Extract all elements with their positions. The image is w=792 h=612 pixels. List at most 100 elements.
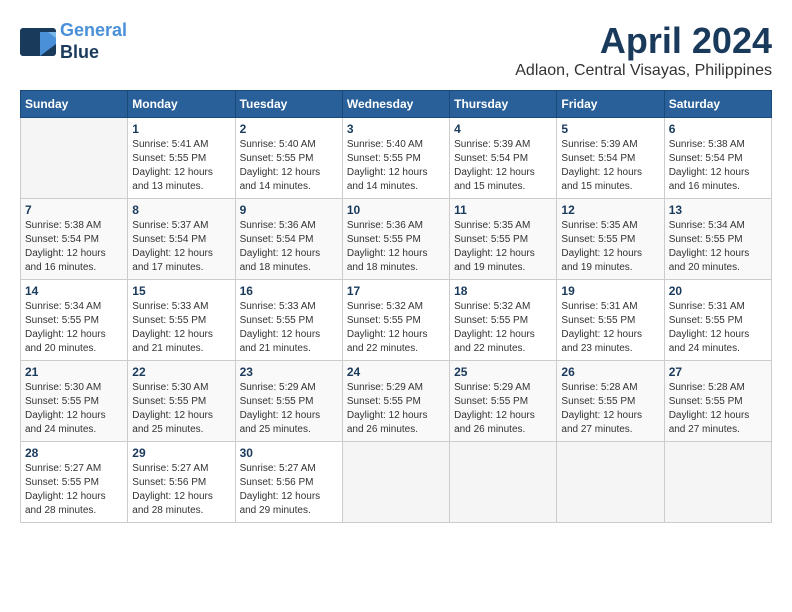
day-info: Sunrise: 5:35 AM Sunset: 5:55 PM Dayligh… [561, 219, 659, 275]
header: General Blue April 2024 Adlaon, Central … [20, 20, 772, 80]
calendar-cell: 22Sunrise: 5:30 AM Sunset: 5:55 PM Dayli… [128, 361, 235, 442]
day-number: 9 [240, 203, 338, 217]
day-number: 23 [240, 365, 338, 379]
week-row-4: 21 Sunrise: 5:30 AM Sunset: 5:55 PM Dayli… [21, 361, 772, 442]
calendar-cell: 25 Sunrise: 5:29 AM Sunset: 5:55 PM Dayli… [450, 361, 557, 442]
day-info: Sunrise: 5:32 AM Sunset: 5:55 PM Dayligh… [454, 300, 552, 356]
header-row: SundayMondayTuesdayWednesdayThursdayFrid… [21, 91, 772, 118]
day-info: Sunrise: 5:27 AM Sunset: 5:55 PM Dayligh… [25, 462, 123, 518]
day-number: 29 [132, 446, 230, 460]
calendar-cell: 18 Sunrise: 5:32 AM Sunset: 5:55 PM Dayli… [450, 280, 557, 361]
day-info: Sunrise: 5:34 AM Sunset: 5:55 PM Dayligh… [25, 300, 123, 356]
header-cell-thursday: Thursday [450, 91, 557, 118]
header-cell-monday: Monday [128, 91, 235, 118]
day-info: Sunrise: 5:28 AM Sunset: 5:55 PM Dayligh… [561, 381, 659, 437]
calendar-cell: 17 Sunrise: 5:32 AM Sunset: 5:55 PM Dayli… [342, 280, 449, 361]
day-info: Sunrise: 5:30 AM Sunset: 5:55 PM Dayligh… [132, 381, 230, 437]
day-number: 11 [454, 203, 552, 217]
day-number: 4 [454, 122, 552, 136]
calendar-cell: 11 Sunrise: 5:35 AM Sunset: 5:55 PM Dayli… [450, 199, 557, 280]
calendar-cell: 24 Sunrise: 5:29 AM Sunset: 5:55 PM Dayli… [342, 361, 449, 442]
calendar-cell: 14 Sunrise: 5:34 AM Sunset: 5:55 PM Dayli… [21, 280, 128, 361]
calendar-cell: 3 Sunrise: 5:40 AM Sunset: 5:55 PM Daylig… [342, 118, 449, 199]
calendar-cell: 7Sunrise: 5:38 AM Sunset: 5:54 PM Daylig… [21, 199, 128, 280]
calendar-cell: 4Sunrise: 5:39 AM Sunset: 5:54 PM Daylig… [450, 118, 557, 199]
calendar-cell: 20 Sunrise: 5:31 AM Sunset: 5:55 PM Dayli… [664, 280, 771, 361]
day-info: Sunrise: 5:41 AM Sunset: 5:55 PM Dayligh… [132, 138, 230, 194]
logo-text: General Blue [60, 20, 127, 63]
calendar-table: SundayMondayTuesdayWednesdayThursdayFrid… [20, 90, 772, 523]
day-info: Sunrise: 5:31 AM Sunset: 5:55 PM Dayligh… [561, 300, 659, 356]
day-info: Sunrise: 5:34 AM Sunset: 5:55 PM Dayligh… [669, 219, 767, 275]
calendar-cell: 26 Sunrise: 5:28 AM Sunset: 5:55 PM Dayli… [557, 361, 664, 442]
calendar-cell: 5Sunrise: 5:39 AM Sunset: 5:54 PM Daylig… [557, 118, 664, 199]
calendar-cell: 1Sunrise: 5:41 AM Sunset: 5:55 PM Daylig… [128, 118, 235, 199]
day-number: 18 [454, 284, 552, 298]
day-info: Sunrise: 5:30 AM Sunset: 5:55 PM Dayligh… [25, 381, 123, 437]
calendar-cell: 2 Sunrise: 5:40 AM Sunset: 5:55 PM Daylig… [235, 118, 342, 199]
calendar-cell [557, 442, 664, 523]
day-number: 13 [669, 203, 767, 217]
day-number: 26 [561, 365, 659, 379]
day-info: Sunrise: 5:28 AM Sunset: 5:55 PM Dayligh… [669, 381, 767, 437]
calendar-cell: 13 Sunrise: 5:34 AM Sunset: 5:55 PM Dayli… [664, 199, 771, 280]
week-row-2: 7Sunrise: 5:38 AM Sunset: 5:54 PM Daylig… [21, 199, 772, 280]
day-info: Sunrise: 5:36 AM Sunset: 5:54 PM Dayligh… [240, 219, 338, 275]
day-info: Sunrise: 5:31 AM Sunset: 5:55 PM Dayligh… [669, 300, 767, 356]
day-number: 21 [25, 365, 123, 379]
header-cell-wednesday: Wednesday [342, 91, 449, 118]
header-cell-sunday: Sunday [21, 91, 128, 118]
logo-icon [20, 28, 56, 56]
day-info: Sunrise: 5:29 AM Sunset: 5:55 PM Dayligh… [240, 381, 338, 437]
week-row-3: 14 Sunrise: 5:34 AM Sunset: 5:55 PM Dayli… [21, 280, 772, 361]
header-cell-friday: Friday [557, 91, 664, 118]
day-info: Sunrise: 5:33 AM Sunset: 5:55 PM Dayligh… [132, 300, 230, 356]
calendar-cell: 30 Sunrise: 5:27 AM Sunset: 5:56 PM Dayli… [235, 442, 342, 523]
day-number: 30 [240, 446, 338, 460]
day-number: 28 [25, 446, 123, 460]
calendar-cell: 21 Sunrise: 5:30 AM Sunset: 5:55 PM Dayli… [21, 361, 128, 442]
header-cell-saturday: Saturday [664, 91, 771, 118]
calendar-cell: 23 Sunrise: 5:29 AM Sunset: 5:55 PM Dayli… [235, 361, 342, 442]
calendar-cell: 28 Sunrise: 5:27 AM Sunset: 5:55 PM Dayli… [21, 442, 128, 523]
day-number: 3 [347, 122, 445, 136]
day-number: 6 [669, 122, 767, 136]
day-info: Sunrise: 5:40 AM Sunset: 5:55 PM Dayligh… [240, 138, 338, 194]
day-info: Sunrise: 5:27 AM Sunset: 5:56 PM Dayligh… [132, 462, 230, 518]
day-info: Sunrise: 5:32 AM Sunset: 5:55 PM Dayligh… [347, 300, 445, 356]
calendar-cell [450, 442, 557, 523]
day-number: 25 [454, 365, 552, 379]
calendar-cell: 15 Sunrise: 5:33 AM Sunset: 5:55 PM Dayli… [128, 280, 235, 361]
calendar-cell: 10Sunrise: 5:36 AM Sunset: 5:55 PM Dayli… [342, 199, 449, 280]
header-cell-tuesday: Tuesday [235, 91, 342, 118]
day-info: Sunrise: 5:27 AM Sunset: 5:56 PM Dayligh… [240, 462, 338, 518]
day-info: Sunrise: 5:35 AM Sunset: 5:55 PM Dayligh… [454, 219, 552, 275]
day-number: 16 [240, 284, 338, 298]
calendar-cell [21, 118, 128, 199]
day-number: 14 [25, 284, 123, 298]
logo: General Blue [20, 20, 127, 63]
day-number: 2 [240, 122, 338, 136]
calendar-cell: 27Sunrise: 5:28 AM Sunset: 5:55 PM Dayli… [664, 361, 771, 442]
day-number: 17 [347, 284, 445, 298]
day-number: 24 [347, 365, 445, 379]
calendar-cell: 29 Sunrise: 5:27 AM Sunset: 5:56 PM Dayli… [128, 442, 235, 523]
day-info: Sunrise: 5:29 AM Sunset: 5:55 PM Dayligh… [347, 381, 445, 437]
calendar-cell: 8Sunrise: 5:37 AM Sunset: 5:54 PM Daylig… [128, 199, 235, 280]
day-info: Sunrise: 5:37 AM Sunset: 5:54 PM Dayligh… [132, 219, 230, 275]
day-info: Sunrise: 5:38 AM Sunset: 5:54 PM Dayligh… [669, 138, 767, 194]
calendar-cell: 19 Sunrise: 5:31 AM Sunset: 5:55 PM Dayli… [557, 280, 664, 361]
week-row-5: 28 Sunrise: 5:27 AM Sunset: 5:55 PM Dayli… [21, 442, 772, 523]
month-title: April 2024 [515, 20, 772, 62]
day-number: 15 [132, 284, 230, 298]
location-title: Adlaon, Central Visayas, Philippines [515, 62, 772, 80]
day-number: 19 [561, 284, 659, 298]
day-number: 10 [347, 203, 445, 217]
day-info: Sunrise: 5:40 AM Sunset: 5:55 PM Dayligh… [347, 138, 445, 194]
day-info: Sunrise: 5:29 AM Sunset: 5:55 PM Dayligh… [454, 381, 552, 437]
calendar-cell [664, 442, 771, 523]
title-section: April 2024 Adlaon, Central Visayas, Phil… [515, 20, 772, 80]
day-info: Sunrise: 5:39 AM Sunset: 5:54 PM Dayligh… [561, 138, 659, 194]
day-number: 12 [561, 203, 659, 217]
day-number: 20 [669, 284, 767, 298]
